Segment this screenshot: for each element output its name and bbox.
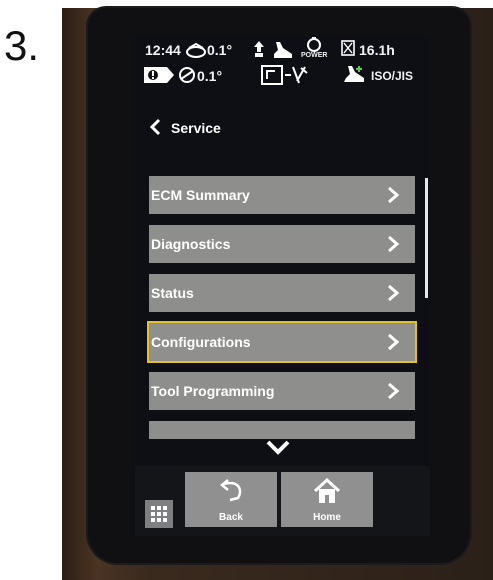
page-header: Service <box>135 114 430 142</box>
chevron-right-icon <box>388 235 400 253</box>
display-screen: 12:44 0.1° POWER 16.1h 0.1° ISO/JIS Serv… <box>135 36 430 536</box>
service-menu-list: ECM Summary Diagnostics Status Configura… <box>147 176 417 439</box>
hourglass-icon <box>341 40 355 56</box>
upload-icon <box>253 40 265 58</box>
home-button[interactable]: Home <box>281 472 373 527</box>
warning-key-icon <box>143 66 175 84</box>
joystick-mode-icon <box>261 65 309 85</box>
clock: 12:44 <box>145 42 181 58</box>
power-icon: POWER <box>301 36 327 59</box>
back-chevron-button[interactable] <box>149 118 161 136</box>
chevron-down-icon[interactable] <box>265 436 291 458</box>
menu-item-ecm-summary[interactable]: ECM Summary <box>149 176 415 214</box>
operator-icon <box>271 38 295 60</box>
menu-item-status[interactable]: Status <box>149 274 415 312</box>
pattern-icon <box>343 64 365 84</box>
menu-item-label: Tool Programming <box>151 383 275 399</box>
chevron-left-icon <box>149 118 161 136</box>
tilt-icon <box>185 40 207 60</box>
undo-icon <box>220 479 242 502</box>
angle-readout-2: 0.1° <box>197 68 223 84</box>
back-button[interactable]: Back <box>185 472 277 527</box>
menu-scrollbar[interactable] <box>425 178 428 298</box>
home-icon <box>313 477 341 503</box>
back-label: Back <box>219 512 243 523</box>
status-bar-top: 12:44 0.1° POWER 16.1h <box>135 37 430 62</box>
status-bar-bottom: 0.1° ISO/JIS <box>135 64 430 88</box>
battery-hours: 16.1h <box>359 42 395 58</box>
power-label: POWER <box>301 52 328 59</box>
menu-item-label: Status <box>151 285 194 301</box>
menu-item-label: Diagnostics <box>151 236 231 252</box>
control-pattern: ISO/JIS <box>371 69 414 83</box>
pitch-icon <box>177 66 197 84</box>
chevron-right-icon <box>388 186 400 204</box>
step-number: 3. <box>4 22 40 69</box>
menu-item-configurations[interactable]: Configurations <box>147 321 417 363</box>
menu-item-tool-programming[interactable]: Tool Programming <box>149 372 415 410</box>
home-label: Home <box>313 512 341 523</box>
chevron-right-icon <box>388 333 400 351</box>
menu-item-label: Configurations <box>151 334 251 350</box>
angle-readout-1: 0.1° <box>207 42 233 58</box>
menu-item-label: ECM Summary <box>151 187 250 203</box>
page-title: Service <box>171 120 221 136</box>
chevron-right-icon <box>388 382 400 400</box>
grid-icon <box>151 506 167 522</box>
apps-grid-button[interactable] <box>145 500 173 528</box>
chevron-right-icon <box>388 284 400 302</box>
menu-item-diagnostics[interactable]: Diagnostics <box>149 225 415 263</box>
